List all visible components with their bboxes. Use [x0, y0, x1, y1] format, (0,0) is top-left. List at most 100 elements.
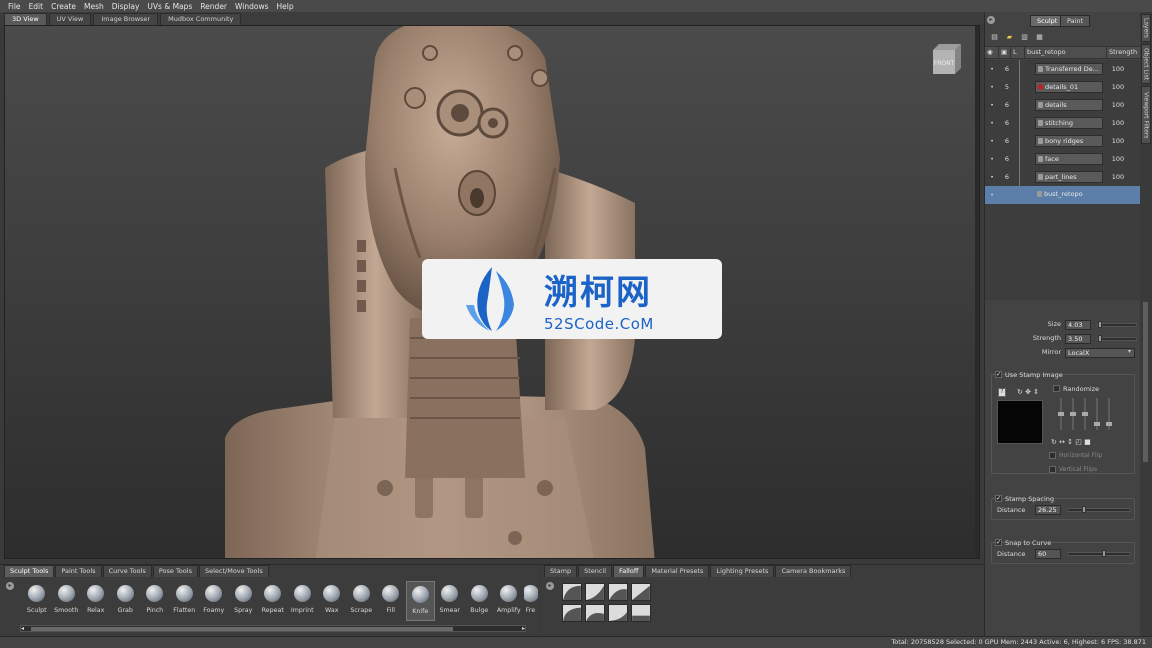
snap-to-curve-checkbox[interactable]: ✓ [995, 539, 1002, 546]
strength-slider[interactable] [1097, 335, 1137, 342]
distance-field[interactable]: 26.25 [1035, 505, 1061, 515]
tool-pinch[interactable]: Pinch [140, 581, 170, 621]
base-layer-row[interactable]: • bust_retopo [985, 186, 1141, 204]
falloff-curve-icon[interactable] [608, 604, 628, 622]
falloff-curve-icon[interactable] [562, 583, 582, 601]
menu-edit[interactable]: Edit [25, 2, 48, 11]
base-layer-name[interactable]: bust_retopo [1035, 189, 1103, 201]
visibility-dot-icon[interactable]: • [985, 173, 999, 181]
size-field[interactable]: 4.03 [1065, 320, 1091, 330]
size-slider-knob[interactable] [1098, 321, 1102, 328]
size-slider[interactable] [1097, 321, 1137, 328]
layer-strength[interactable]: 100 [1107, 137, 1129, 145]
strength-column-header[interactable]: Strength [1107, 46, 1139, 59]
folder-icon[interactable]: ▰ [1005, 33, 1014, 42]
layer-strength[interactable]: 100 [1107, 173, 1129, 181]
tool-smooth[interactable]: Smooth [52, 581, 82, 621]
tool-grab[interactable]: Grab [111, 581, 141, 621]
tray-options-icon[interactable]: ▸ [6, 582, 14, 590]
tab-uv-view[interactable]: UV View [48, 13, 92, 25]
layer-name[interactable]: Transferred De... [1035, 63, 1103, 75]
layer-name[interactable]: bony ridges [1035, 135, 1103, 147]
layer-name[interactable]: stitching [1035, 117, 1103, 129]
randomize-sliders[interactable] [1055, 394, 1115, 434]
use-stamp-checkbox[interactable]: ✓ [995, 371, 1002, 378]
tab-material-presets[interactable]: Material Presets [645, 565, 710, 577]
layer-name[interactable]: details [1035, 99, 1103, 111]
tool-scrape[interactable]: Scrape [347, 581, 377, 621]
snap-distance-field[interactable]: 60 [1035, 549, 1061, 559]
strength-slider-knob[interactable] [1098, 335, 1102, 342]
transform-icons[interactable]: ↻ ↔ ↕ ◰ ■ [1051, 438, 1091, 446]
tab-sculpt-tools[interactable]: Sculpt Tools [4, 565, 55, 577]
tool-amplify[interactable]: Amplify [494, 581, 524, 621]
delete-layer-icon[interactable]: ▥ [1020, 33, 1029, 42]
tab-mudbox-community[interactable]: Mudbox Community [160, 13, 242, 25]
menu-create[interactable]: Create [47, 2, 80, 11]
falloff-curve-icon[interactable] [631, 604, 651, 622]
stamp-rotate-icons[interactable]: ↻ ✥ ⇕ [1017, 388, 1039, 396]
layer-name[interactable]: part_lines [1035, 171, 1103, 183]
scroll-left-icon[interactable]: ◂ [21, 625, 24, 632]
tool-bulge[interactable]: Bulge [465, 581, 495, 621]
side-tab-viewport-filters[interactable]: Viewport Filters [1141, 86, 1151, 144]
layer-strength[interactable]: 100 [1107, 155, 1129, 163]
falloff-curve-icon[interactable] [585, 604, 605, 622]
tool-imprint[interactable]: Imprint [288, 581, 318, 621]
panel-options-icon[interactable]: ▸ [987, 16, 995, 24]
visibility-dot-icon[interactable]: • [985, 83, 999, 91]
preset-options-icon[interactable]: ▸ [546, 582, 554, 590]
layer-strength[interactable]: 100 [1107, 83, 1129, 91]
layer-row[interactable]: • 5 details_01 100 [985, 78, 1141, 96]
view-cube[interactable]: FRONT [927, 42, 963, 76]
merge-layer-icon[interactable]: ▦ [1035, 33, 1044, 42]
tab-curve-tools[interactable]: Curve Tools [102, 565, 152, 577]
tab-camera-bookmarks[interactable]: Camera Bookmarks [775, 565, 852, 577]
layer-row[interactable]: • 6 part_lines 100 [985, 168, 1141, 186]
stamp-spacing-checkbox[interactable]: ✓ [995, 495, 1002, 502]
layer-row[interactable]: • 6 bony ridges 100 [985, 132, 1141, 150]
layer-name[interactable]: face [1035, 153, 1103, 165]
tool-foamy[interactable]: Foamy [199, 581, 229, 621]
visibility-dot-icon[interactable]: • [985, 137, 999, 145]
tool-wax[interactable]: Wax [317, 581, 347, 621]
visibility-dot-icon[interactable]: • [985, 119, 999, 127]
layer-strength[interactable]: 100 [1107, 119, 1129, 127]
menu-help[interactable]: Help [273, 2, 298, 11]
snap-distance-slider[interactable] [1067, 550, 1131, 557]
stamp-image-preview[interactable] [997, 400, 1043, 444]
tool-sculpt[interactable]: Sculpt [22, 581, 52, 621]
strength-field[interactable]: 3.50 [1065, 334, 1091, 344]
tab-paint-tools[interactable]: Paint Tools [55, 565, 102, 577]
tab-image-browser[interactable]: Image Browser [93, 13, 159, 25]
distance-slider[interactable] [1067, 506, 1131, 513]
stamp-help-icon[interactable]: ? [998, 388, 1006, 397]
distance-slider-knob[interactable] [1082, 506, 1086, 513]
tool-spray[interactable]: Spray [229, 581, 259, 621]
tab-pose-tools[interactable]: Pose Tools [152, 565, 198, 577]
tool-repeat[interactable]: Repeat [258, 581, 288, 621]
tool-knife[interactable]: Knife [405, 581, 435, 621]
tab-lighting-presets[interactable]: Lighting Presets [710, 565, 775, 577]
menu-display[interactable]: Display [108, 2, 144, 11]
visibility-dot-icon[interactable]: • [985, 65, 999, 73]
new-layer-icon[interactable]: ▤ [990, 33, 999, 42]
falloff-curve-icon[interactable] [562, 604, 582, 622]
scrollbar-thumb[interactable] [1143, 302, 1148, 462]
side-tab-layers[interactable]: Layers [1141, 14, 1151, 42]
horizontal-flip-checkbox[interactable] [1049, 452, 1056, 459]
layer-name[interactable]: details_01 [1035, 81, 1103, 93]
layer-row[interactable]: • 6 Transferred De... 100 [985, 60, 1141, 78]
scroll-right-icon[interactable]: ▸ [522, 625, 525, 632]
visibility-dot-icon[interactable]: • [985, 101, 999, 109]
menu-mesh[interactable]: Mesh [80, 2, 108, 11]
tool-freeze[interactable]: Fre [523, 581, 538, 621]
tool-fill[interactable]: Fill [376, 581, 406, 621]
layer-row[interactable]: • 6 stitching 100 [985, 114, 1141, 132]
layer-strength[interactable]: 100 [1107, 65, 1129, 73]
menu-render[interactable]: Render [196, 2, 231, 11]
layer-row[interactable]: • 6 details 100 [985, 96, 1141, 114]
visibility-dot-icon[interactable]: • [985, 191, 999, 199]
mirror-dropdown[interactable]: LocalX [1065, 348, 1135, 358]
tool-smear[interactable]: Smear [435, 581, 465, 621]
